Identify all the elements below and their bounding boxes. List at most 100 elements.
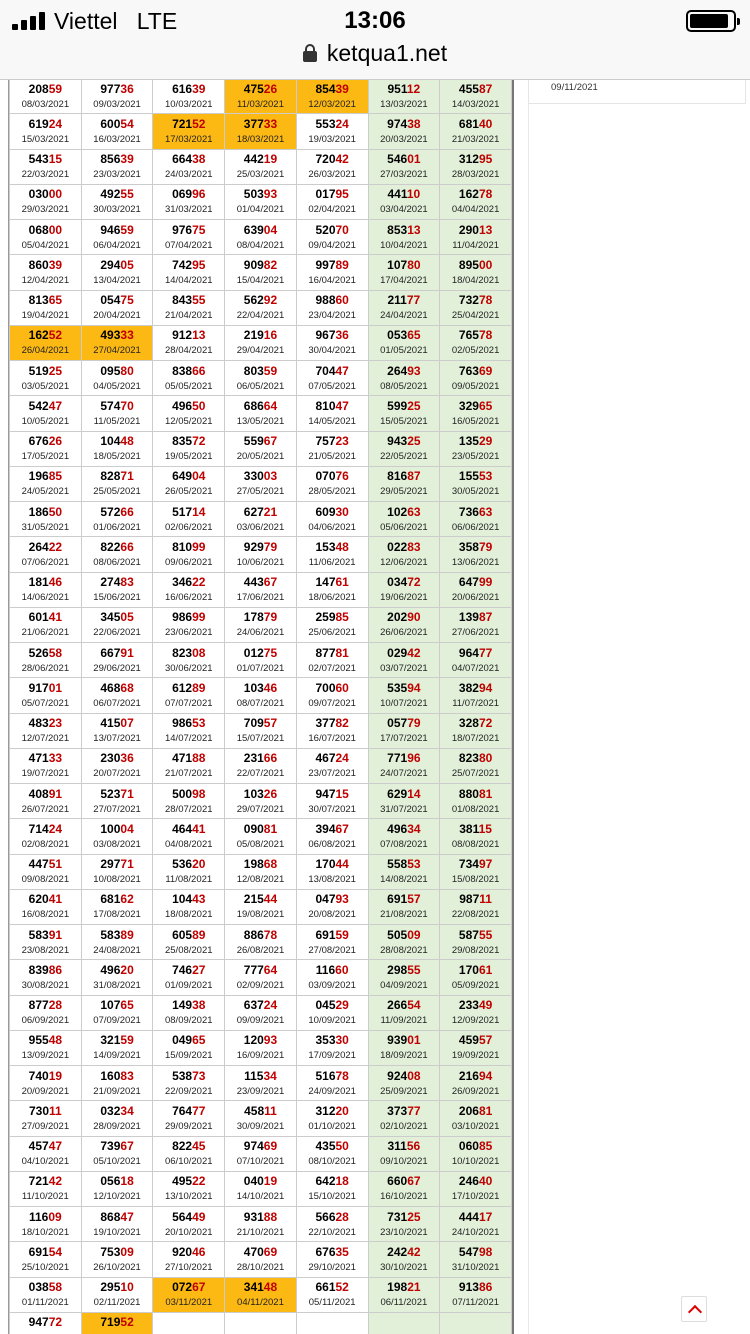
sidebar-divider xyxy=(528,104,529,1334)
result-date: 05/10/2021 xyxy=(93,1156,141,1168)
result-number: 89500 xyxy=(458,257,493,272)
result-number xyxy=(297,1316,368,1328)
result-number: 93901 xyxy=(387,1033,421,1048)
result-number-tail: 00 xyxy=(478,257,493,272)
result-number-tail: 60 xyxy=(335,293,349,308)
result-cell: 66067 16/10/2021 xyxy=(367,1170,441,1208)
result-date: 19/05/2021 xyxy=(164,451,213,463)
result-cell: 64218 15/10/2021 xyxy=(295,1170,369,1208)
result-date: 28/09/2021 xyxy=(93,1120,141,1132)
result-cell: 72142 11/10/2021 xyxy=(9,1170,82,1208)
result-number-tail: 36 xyxy=(335,328,349,343)
address-bar[interactable]: ketqua1.net xyxy=(0,40,750,80)
result-number-tail: 65 xyxy=(120,998,134,1013)
result-date: 14/08/2021 xyxy=(380,874,428,886)
result-number: 17044 xyxy=(315,857,349,872)
result-date: 26/06/2021 xyxy=(380,627,428,639)
result-number: 53873 xyxy=(172,1068,206,1083)
result-date: 08/10/2021 xyxy=(308,1156,356,1168)
result-cell: 62041 16/08/2021 xyxy=(9,888,82,926)
result-number-tail: 07 xyxy=(120,716,134,731)
result-number-tail: 65 xyxy=(478,398,493,413)
result-date: 25/03/2021 xyxy=(236,169,285,181)
result-number-tail: 09 xyxy=(48,1209,62,1224)
result-cell: 88678 26/08/2021 xyxy=(224,923,297,961)
result-cell: 23036 20/07/2021 xyxy=(80,747,154,785)
result-number-tail: 33 xyxy=(120,328,134,343)
result-date: 22/06/2021 xyxy=(93,627,141,639)
result-cell: 37377 02/10/2021 xyxy=(367,1100,441,1137)
result-number-tail: 94 xyxy=(478,680,493,695)
result-number: 73967 xyxy=(100,1139,134,1154)
result-date: 07/04/2021 xyxy=(164,239,213,251)
result-number-tail: 96 xyxy=(407,751,421,766)
result-number: 75723 xyxy=(315,434,349,449)
result-date: 29/10/2021 xyxy=(308,1261,356,1273)
result-cell: 99789 16/04/2021 xyxy=(295,254,369,291)
result-cell: 34622 16/06/2021 xyxy=(152,571,226,608)
result-number-tail: 65 xyxy=(407,328,421,343)
result-number: 63904 xyxy=(243,222,278,237)
result-number-tail: 18 xyxy=(335,1174,349,1189)
result-cell: 50509 28/08/2021 xyxy=(367,923,441,961)
result-number: 85639 xyxy=(100,152,134,167)
result-cell: 47188 21/07/2021 xyxy=(152,747,226,785)
result-number: 52658 xyxy=(28,645,63,660)
result-cell: 93188 21/10/2021 xyxy=(224,1205,297,1243)
result-number: 09580 xyxy=(100,363,134,378)
result-number-tail: 86 xyxy=(478,1280,493,1295)
result-number-tail: 48 xyxy=(48,1033,63,1048)
result-cell: 49634 07/08/2021 xyxy=(367,818,441,855)
result-number: 15348 xyxy=(315,539,349,554)
result-number: 83572 xyxy=(172,434,206,449)
results-table-container[interactable]: 20859 08/03/2021 97736 09/03/2021 61639 10/03… xyxy=(8,80,514,1334)
result-date: 12/08/2021 xyxy=(236,874,285,886)
result-date: 24/09/2021 xyxy=(308,1085,356,1097)
result-number-tail: 47 xyxy=(335,363,349,378)
result-number: 70447 xyxy=(315,363,349,378)
result-number: 46868 xyxy=(100,680,134,695)
result-number: 76369 xyxy=(458,363,493,378)
result-number-tail: 77 xyxy=(407,1103,421,1118)
result-number-tail: 98 xyxy=(478,1244,493,1259)
result-number: 57470 xyxy=(100,398,134,413)
table-row: 62041 16/08/2021 68162 17/08/2021 10443 18/08… xyxy=(9,888,512,926)
result-date: 25/09/2021 xyxy=(380,1085,428,1097)
result-cell: 26422 07/06/2021 xyxy=(9,536,82,573)
result-cell: 60141 21/06/2021 xyxy=(9,606,82,644)
result-number: 18146 xyxy=(28,575,63,590)
table-row: 61924 15/03/2021 60054 16/03/2021 72152 17/03… xyxy=(9,113,512,150)
result-number-tail: 72 xyxy=(48,1315,63,1330)
result-cell: 06085 10/10/2021 xyxy=(439,1135,512,1172)
result-cell: 90982 15/04/2021 xyxy=(224,254,297,291)
result-cell: 73497 15/08/2021 xyxy=(439,853,512,890)
result-cell: 56449 20/10/2021 xyxy=(152,1205,226,1243)
result-number-tail: 24 xyxy=(335,116,349,131)
result-date: 14/10/2021 xyxy=(236,1191,285,1203)
result-date: 04/09/2021 xyxy=(380,979,428,991)
table-row: 54247 10/05/2021 57470 11/05/2021 49650 12/05… xyxy=(9,395,512,432)
result-cell: 84355 21/04/2021 xyxy=(152,289,226,326)
result-date: 24/10/2021 xyxy=(451,1226,500,1238)
result-number-tail: 24 xyxy=(48,116,63,131)
result-number: 64218 xyxy=(315,1174,349,1189)
result-number: 61639 xyxy=(172,81,206,96)
result-cell: 20290 26/06/2021 xyxy=(367,606,441,644)
scroll-to-top-button[interactable] xyxy=(681,1296,707,1322)
result-cell: 96477 04/07/2021 xyxy=(439,641,512,679)
result-number-tail: 33 xyxy=(48,751,63,766)
result-number-tail: 94 xyxy=(407,680,421,695)
result-number-tail: 38 xyxy=(192,152,206,167)
result-cell: 89500 18/04/2021 xyxy=(439,254,512,291)
result-number-tail: 50 xyxy=(48,504,63,519)
result-number: 49634 xyxy=(387,821,421,836)
result-date: 31/05/2021 xyxy=(21,521,70,533)
result-date: 05/05/2021 xyxy=(164,380,213,392)
result-cell: 76578 02/05/2021 xyxy=(439,324,512,362)
result-cell: 73278 25/04/2021 xyxy=(439,289,512,326)
result-date: 13/04/2021 xyxy=(93,274,141,286)
result-number: 76477 xyxy=(172,1103,206,1118)
result-number: 90982 xyxy=(243,257,278,272)
result-number: 31156 xyxy=(387,1139,421,1154)
result-cell: 91386 07/11/2021 xyxy=(439,1276,512,1313)
